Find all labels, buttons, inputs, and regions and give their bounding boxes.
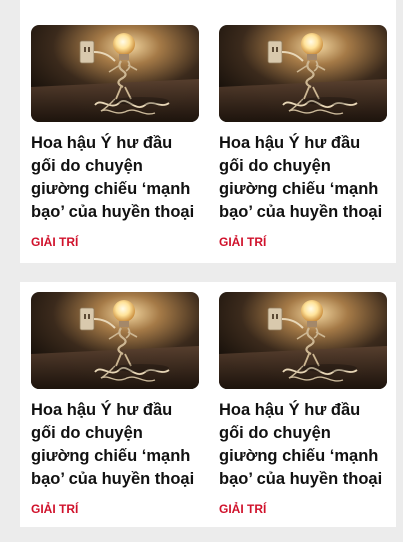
lightbulb-photo	[219, 25, 387, 122]
article-row-1: Hoa hậu Ý hư đầu gối do chuyện giường ch…	[20, 0, 396, 263]
article-card[interactable]: Hoa hậu Ý hư đầu gối do chuyện giường ch…	[31, 292, 199, 516]
article-title[interactable]: Hoa hậu Ý hư đầu gối do chuyện giường ch…	[219, 132, 387, 224]
article-title[interactable]: Hoa hậu Ý hư đầu gối do chuyện giường ch…	[219, 399, 387, 491]
article-title[interactable]: Hoa hậu Ý hư đầu gối do chuyện giường ch…	[31, 132, 199, 224]
lightbulb-photo	[219, 292, 387, 389]
lightbulb-photo	[31, 25, 199, 122]
article-card[interactable]: Hoa hậu Ý hư đầu gối do chuyện giường ch…	[219, 25, 387, 249]
article-category[interactable]: GIẢI TRÍ	[219, 502, 387, 516]
article-grid-page: Hoa hậu Ý hư đầu gối do chuyện giường ch…	[0, 0, 403, 542]
article-thumbnail[interactable]	[31, 25, 199, 122]
article-thumbnail[interactable]	[219, 25, 387, 122]
lightbulb-photo	[31, 292, 199, 389]
article-category[interactable]: GIẢI TRÍ	[219, 235, 387, 249]
article-category[interactable]: GIẢI TRÍ	[31, 235, 199, 249]
article-card[interactable]: Hoa hậu Ý hư đầu gối do chuyện giường ch…	[31, 25, 199, 249]
article-thumbnail[interactable]	[31, 292, 199, 389]
article-card[interactable]: Hoa hậu Ý hư đầu gối do chuyện giường ch…	[219, 292, 387, 516]
article-row-2: Hoa hậu Ý hư đầu gối do chuyện giường ch…	[20, 282, 396, 527]
article-title[interactable]: Hoa hậu Ý hư đầu gối do chuyện giường ch…	[31, 399, 199, 491]
article-category[interactable]: GIẢI TRÍ	[31, 502, 199, 516]
article-thumbnail[interactable]	[219, 292, 387, 389]
